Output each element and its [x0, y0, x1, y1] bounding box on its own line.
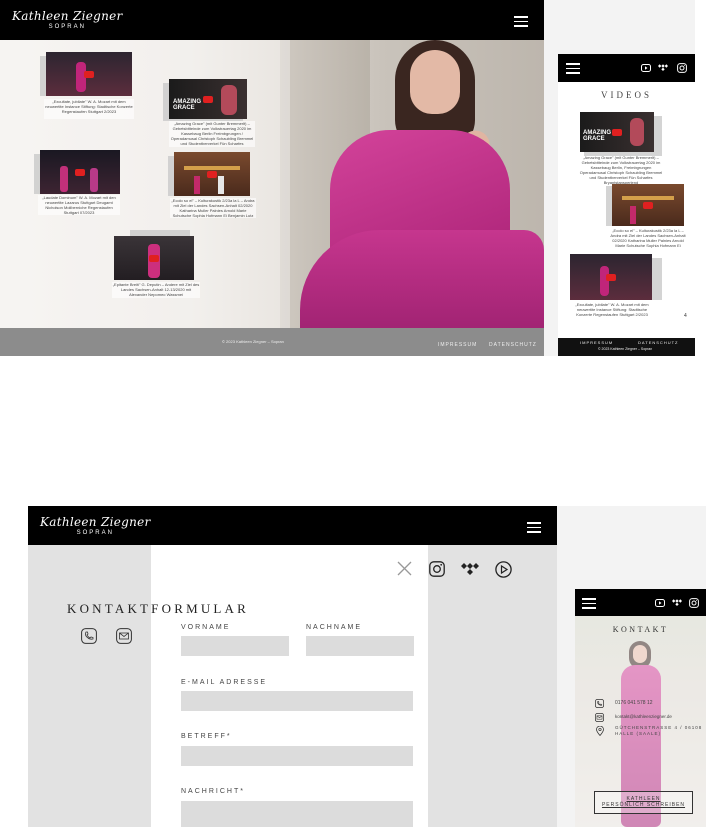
footer-copyright: © 2023 Kathleen Ziegner – Sopran	[598, 347, 653, 351]
footer-copyright: © 2023 Kathleen Ziegner – Sopran	[222, 339, 284, 344]
contact-form-title: KONTAKTFORMULAR	[67, 601, 250, 616]
hamburger-menu-icon[interactable]	[582, 595, 596, 612]
phone-icon[interactable]	[81, 628, 97, 644]
site-logo[interactable]: Kathleen Ziegner SOPRAN	[40, 515, 151, 536]
video-caption: „Ecolo so el" – Kulturakustik 2/23a la L…	[610, 228, 686, 248]
video-card[interactable]: „Epitante Breiti" G. Deputin – Andere mi…	[110, 230, 210, 300]
write-personally-button[interactable]: KATHLEEN PERSÖNLICH SCHREIBEN	[594, 791, 693, 814]
videos-heading: VIDEOS	[601, 90, 652, 100]
desktop-videos-screen: Kathleen Ziegner SOPRAN „Excultate, jubi…	[0, 0, 544, 356]
video-caption: „Amazing Grace" (mit Gunter Bremmerlt) –…	[169, 121, 255, 147]
close-icon[interactable]	[397, 561, 412, 576]
phone-number[interactable]: 0176 041 578 12	[615, 700, 653, 706]
video-caption: „Excultate, jubilate" W. A. Mozart mit d…	[44, 99, 134, 119]
subject-label: BETREFF*	[181, 733, 232, 740]
mail-icon[interactable]	[116, 628, 132, 644]
instagram-icon[interactable]	[429, 561, 445, 577]
video-caption: „Epitante Breiti" G. Deputin – Andere mi…	[112, 282, 200, 298]
mobile-header	[575, 589, 706, 616]
desktop-contact-screen: Kathleen Ziegner SOPRAN KONTAKTFORMULAR …	[28, 506, 557, 827]
footer-link-datenschutz[interactable]: DATENSCHUTZ	[638, 340, 678, 345]
logo-name: Kathleen Ziegner	[40, 515, 151, 529]
location-icon	[596, 726, 604, 736]
kontakt-heading: KONTAKT	[612, 625, 669, 634]
video-card[interactable]: AMAZING GRACE „Amazing Grace" (mit Gunter…	[163, 79, 263, 149]
play-icon[interactable]	[75, 169, 85, 176]
video-caption: „Excultate, jubilate" W. A. Mozart mit d…	[575, 302, 649, 317]
footer-link-datenschutz[interactable]: DATENSCHUTZ	[489, 342, 537, 348]
play-icon[interactable]	[203, 96, 213, 103]
firstname-input[interactable]	[181, 636, 289, 656]
cta-line2: PERSÖNLICH SCHREIBEN	[601, 802, 686, 808]
contact-right-panel	[428, 545, 557, 827]
page-number: 4	[684, 313, 687, 319]
site-logo[interactable]: Kathleen Ziegner SOPRAN	[12, 9, 123, 30]
video-caption: „Laudate Dominum" W. A. Mozart mit den n…	[38, 195, 120, 215]
logo-name: Kathleen Ziegner	[12, 9, 123, 23]
tidal-icon[interactable]	[658, 64, 668, 72]
desktop-header: Kathleen Ziegner SOPRAN	[28, 506, 557, 545]
tidal-icon[interactable]	[461, 563, 479, 575]
video-card[interactable]: AMAZING GRACE „Amazing Grace" (mit Gunter…	[578, 112, 688, 192]
hamburger-menu-icon[interactable]	[566, 60, 580, 77]
postal-address-line2: HALLE (SAALE)	[615, 731, 662, 736]
youtube-icon[interactable]	[641, 64, 651, 72]
video-thumbnail[interactable]	[612, 184, 684, 226]
email-address[interactable]: kontakt@kathleenziegner.de	[615, 714, 672, 719]
video-thumbnail[interactable]	[174, 152, 250, 196]
lastname-label: NACHNAME	[306, 624, 363, 631]
mobile-header	[558, 54, 695, 82]
video-thumbnail[interactable]	[114, 236, 194, 280]
singer-dress-skirt	[300, 230, 544, 330]
play-icon[interactable]	[606, 274, 616, 281]
video-thumbnail[interactable]	[570, 254, 652, 300]
video-card[interactable]: „Excultate, jubilate" W. A. Mozart mit d…	[40, 52, 140, 122]
singer-face	[410, 50, 460, 114]
video-thumbnail[interactable]	[40, 150, 120, 194]
video-card[interactable]: „Laudate Dominum" W. A. Mozart mit den n…	[34, 150, 134, 216]
desktop-footer: © 2023 Kathleen Ziegner – Sopran IMPRESS…	[0, 328, 544, 356]
play-icon[interactable]	[84, 71, 94, 78]
message-label: NACHRICHT*	[181, 788, 245, 795]
play-icon[interactable]	[207, 171, 217, 178]
youtube-icon[interactable]	[495, 561, 512, 578]
footer-link-impressum[interactable]: IMPRESSUM	[580, 340, 613, 345]
youtube-icon[interactable]	[655, 599, 665, 607]
video-thumbnail[interactable]: AMAZING GRACE	[580, 112, 654, 152]
video-thumbnail[interactable]	[46, 52, 132, 96]
mobile-footer: IMPRESSUM DATENSCHUTZ © 2023 Kathleen Zi…	[558, 338, 695, 356]
phone-icon[interactable]	[595, 699, 604, 708]
email-input[interactable]	[181, 691, 413, 711]
logo-sub: SOPRAN	[48, 24, 86, 30]
contact-left-panel	[28, 545, 151, 827]
hamburger-menu-icon[interactable]	[527, 519, 541, 536]
play-icon[interactable]	[612, 129, 622, 136]
instagram-icon[interactable]	[689, 598, 699, 608]
footer-link-impressum[interactable]: IMPRESSUM	[438, 342, 477, 348]
logo-sub: SOPRAN	[76, 530, 114, 536]
tidal-icon[interactable]	[672, 599, 682, 607]
subject-input[interactable]	[181, 746, 413, 766]
firstname-label: VORNAME	[181, 624, 231, 631]
mobile-videos-screen: VIDEOS AMAZING GRACE „Amazing Grace" (mit…	[558, 54, 695, 356]
video-thumbnail[interactable]: AMAZING GRACE	[169, 79, 247, 119]
message-textarea[interactable]	[181, 801, 413, 827]
play-icon[interactable]	[149, 255, 159, 262]
mail-icon[interactable]	[595, 713, 604, 722]
desktop-header: Kathleen Ziegner SOPRAN	[0, 0, 544, 40]
video-card[interactable]: „Ecolo so el" – Kulturakustik 2/23a la L…	[168, 152, 268, 220]
play-icon[interactable]	[643, 202, 653, 209]
video-card[interactable]: „Excultate, jubilate" W. A. Mozart mit d…	[568, 254, 668, 322]
video-caption: „Amazing Grace" (mit Gunter Bremmerlt) –…	[579, 155, 663, 185]
hamburger-menu-icon[interactable]	[514, 13, 528, 30]
mobile-contact-screen: KONTAKT 0176 041 578 12 kontakt@kathleen…	[575, 589, 706, 827]
lastname-input[interactable]	[306, 636, 414, 656]
email-label: E-MAIL ADRESSE	[181, 679, 268, 686]
postal-address-line1: GÜTCHENSTRASSE 4 / 06108	[615, 725, 703, 730]
video-card[interactable]: „Ecolo so el" – Kulturakustik 2/23a la L…	[606, 182, 695, 248]
video-caption: „Ecolo so el" – Kulturakustik 2/23a la L…	[170, 198, 256, 218]
instagram-icon[interactable]	[677, 63, 687, 73]
